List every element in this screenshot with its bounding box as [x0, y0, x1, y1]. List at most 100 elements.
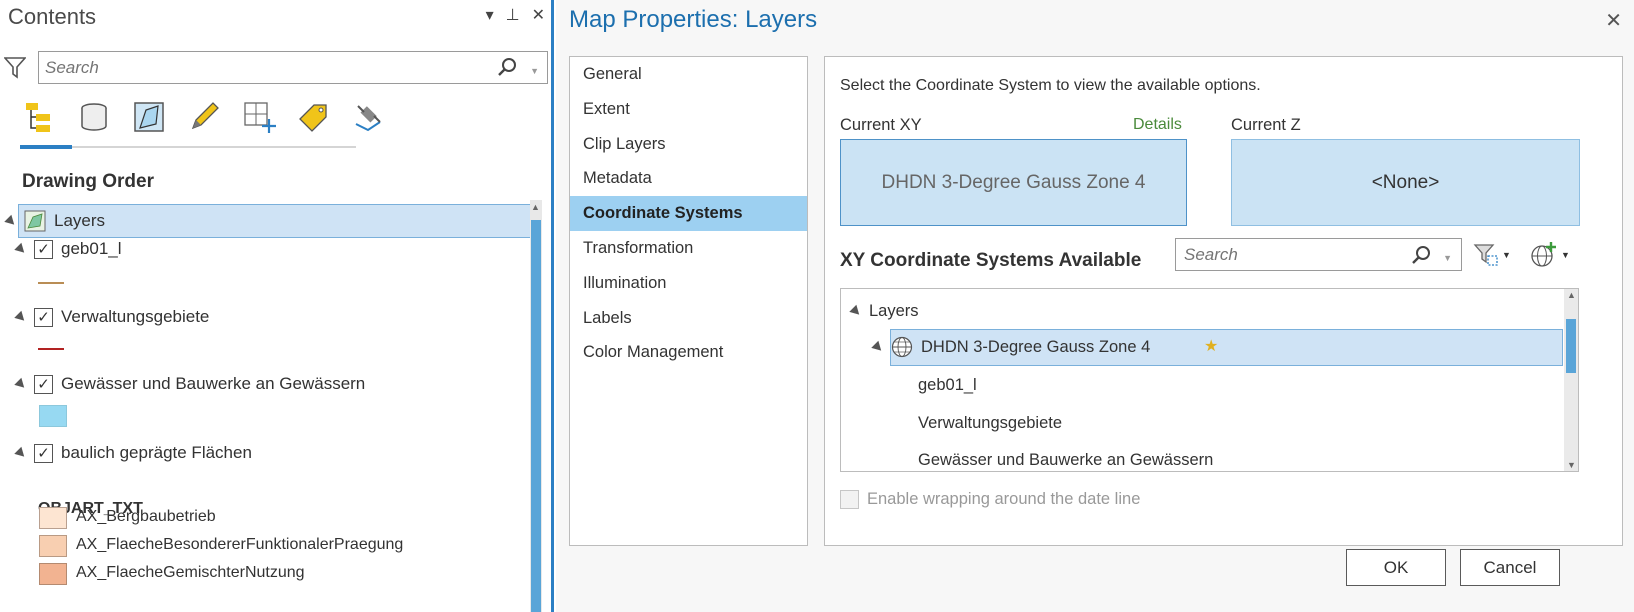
labeling-icon[interactable]: [295, 98, 333, 136]
nav-item-general[interactable]: General: [570, 57, 807, 92]
tree-item-layer[interactable]: ✓ Gewässer und Bauwerke an Gewässern: [14, 367, 366, 401]
tree-item-label: Gewässer und Bauwerke an Gewässern: [918, 450, 1214, 469]
scroll-up-icon[interactable]: ▲: [1567, 290, 1576, 300]
symbol-label: AX_FlaecheBesondererFunktionalerPraegung: [76, 536, 404, 553]
cs-search-input[interactable]: [1184, 244, 1404, 265]
filter-icon: [1473, 244, 1498, 266]
layer-visibility-checkbox[interactable]: ✓: [34, 307, 53, 327]
contents-toolbar: [20, 98, 388, 136]
expand-icon[interactable]: [14, 377, 28, 391]
snapping-icon[interactable]: [240, 98, 278, 136]
nav-item-coordinate-systems[interactable]: Coordinate Systems: [570, 196, 807, 231]
legend-fill-symbol: [39, 563, 67, 585]
search-icon[interactable]: [1411, 245, 1431, 265]
coordinate-system-tree: Layers DHDN 3-Degree Gauss Zone 4 ★ geb0…: [840, 288, 1579, 472]
wrap-dateline-label: Enable wrapping around the date line: [867, 490, 1141, 508]
scroll-up-icon[interactable]: ▲: [531, 202, 540, 212]
nav-item-transformation[interactable]: Transformation: [570, 231, 807, 266]
close-icon[interactable]: ✕: [1605, 8, 1622, 33]
globe-add-icon: [1531, 242, 1556, 267]
pane-controls: ▾ ⊥ ✕: [486, 5, 545, 25]
wrap-dateline-checkbox[interactable]: [840, 490, 859, 509]
search-icon[interactable]: [497, 57, 517, 77]
layer-label: baulich geprägte Flächen: [61, 443, 252, 462]
tree-item-label: DHDN 3-Degree Gauss Zone 4: [921, 337, 1151, 356]
spatial-filter-button[interactable]: ▼: [1473, 240, 1513, 270]
tree-item-layer[interactable]: Gewässer und Bauwerke an Gewässern: [918, 442, 1214, 471]
scrollbar-thumb[interactable]: [1566, 319, 1576, 373]
list-by-perspective-imagery-icon[interactable]: [350, 98, 388, 136]
chevron-down-icon: ▼: [1502, 250, 1511, 260]
toolbar-active-indicator: [20, 145, 72, 149]
tree-item-layer[interactable]: ✓ baulich geprägte Flächen: [14, 436, 252, 470]
coordinate-systems-panel: Select the Coordinate System to view the…: [824, 56, 1623, 546]
tree-item-layer[interactable]: Verwaltungsgebiete: [918, 405, 1062, 441]
nav-item-illumination[interactable]: Illumination: [570, 266, 807, 301]
tree-item-layer[interactable]: ✓ Verwaltungsgebiete: [14, 300, 210, 334]
nav-item-metadata[interactable]: Metadata: [570, 161, 807, 196]
globe-icon: [891, 336, 913, 358]
current-z-box[interactable]: <None>: [1231, 139, 1580, 226]
layer-label: geb01_l: [61, 239, 122, 258]
nav-item-color-management[interactable]: Color Management: [570, 335, 807, 370]
expand-icon[interactable]: [849, 304, 863, 318]
contents-search[interactable]: ▼: [38, 51, 548, 84]
favorite-star-icon[interactable]: ★: [1204, 336, 1218, 356]
drawing-order-icon[interactable]: [20, 98, 58, 136]
layer-label: Verwaltungsgebiete: [61, 307, 210, 326]
tree-item-layers[interactable]: Layers: [849, 293, 919, 329]
nav-item-labels[interactable]: Labels: [570, 301, 807, 336]
map-properties-dialog: Map Properties: Layers ✕ General Extent …: [556, 0, 1634, 612]
ok-button[interactable]: OK: [1346, 549, 1446, 586]
expand-icon[interactable]: [14, 310, 28, 324]
layer-label: Gewässer und Bauwerke an Gewässern: [61, 374, 366, 393]
tree-item-label: geb01_l: [918, 375, 977, 394]
layer-visibility-checkbox[interactable]: ✓: [34, 374, 53, 394]
contents-pane: Contents ▾ ⊥ ✕ ▼: [0, 0, 554, 612]
wrap-dateline-option[interactable]: Enable wrapping around the date line: [840, 490, 1140, 509]
selection-icon[interactable]: [130, 98, 168, 136]
hint-text: Select the Coordinate System to view the…: [840, 77, 1261, 94]
expand-icon[interactable]: [871, 340, 885, 354]
map-icon: [24, 210, 46, 232]
search-options-icon[interactable]: ▼: [1443, 253, 1452, 263]
tree-item-coordinate-system[interactable]: DHDN 3-Degree Gauss Zone 4: [871, 329, 1151, 365]
scrollbar-thumb[interactable]: [531, 220, 541, 612]
contents-scrollbar[interactable]: ▲: [530, 200, 542, 612]
contents-search-input[interactable]: [45, 57, 485, 78]
add-coordinate-system-button[interactable]: ▼: [1530, 240, 1574, 270]
pane-title: Contents: [8, 4, 97, 29]
properties-nav: General Extent Clip Layers Metadata Coor…: [569, 56, 808, 546]
details-link[interactable]: Details: [1133, 116, 1182, 134]
tree-scrollbar[interactable]: ▲ ▼: [1564, 289, 1578, 471]
data-source-icon[interactable]: [75, 98, 113, 136]
pane-menu-icon[interactable]: ▾: [486, 5, 494, 25]
legend-line-symbol: [38, 348, 64, 350]
tree-item-label: Layers: [54, 211, 106, 230]
legend-fill-symbol: [39, 507, 67, 529]
symbol-label: AX_FlaecheGemischterNutzung: [76, 564, 305, 581]
layer-visibility-checkbox[interactable]: ✓: [34, 239, 53, 259]
tree-item-layer[interactable]: ✓ geb01_l: [14, 232, 122, 266]
tree-item-label: Layers: [869, 301, 919, 320]
expand-icon[interactable]: [14, 242, 28, 256]
layer-visibility-checkbox[interactable]: ✓: [34, 443, 53, 463]
search-options-icon[interactable]: ▼: [530, 66, 539, 76]
dialog-title: Map Properties: Layers: [569, 6, 818, 33]
pin-icon[interactable]: ⊥: [506, 5, 520, 25]
cancel-button[interactable]: Cancel: [1460, 549, 1560, 586]
available-heading: XY Coordinate Systems Available: [840, 250, 1142, 271]
current-xy-box[interactable]: DHDN 3-Degree Gauss Zone 4: [840, 139, 1187, 226]
chevron-down-icon: ▼: [1561, 250, 1570, 260]
tree-item-layer[interactable]: geb01_l: [918, 367, 977, 403]
close-icon[interactable]: ✕: [532, 5, 545, 25]
expand-icon[interactable]: [14, 446, 28, 460]
filter-icon[interactable]: [4, 56, 26, 80]
cs-search[interactable]: ▼: [1175, 238, 1462, 271]
legend-fill-symbol: [39, 405, 67, 427]
nav-item-clip-layers[interactable]: Clip Layers: [570, 127, 807, 162]
editing-icon[interactable]: [185, 98, 223, 136]
scroll-down-icon[interactable]: ▼: [1567, 460, 1576, 470]
nav-item-extent[interactable]: Extent: [570, 92, 807, 127]
expand-icon[interactable]: [4, 214, 18, 228]
